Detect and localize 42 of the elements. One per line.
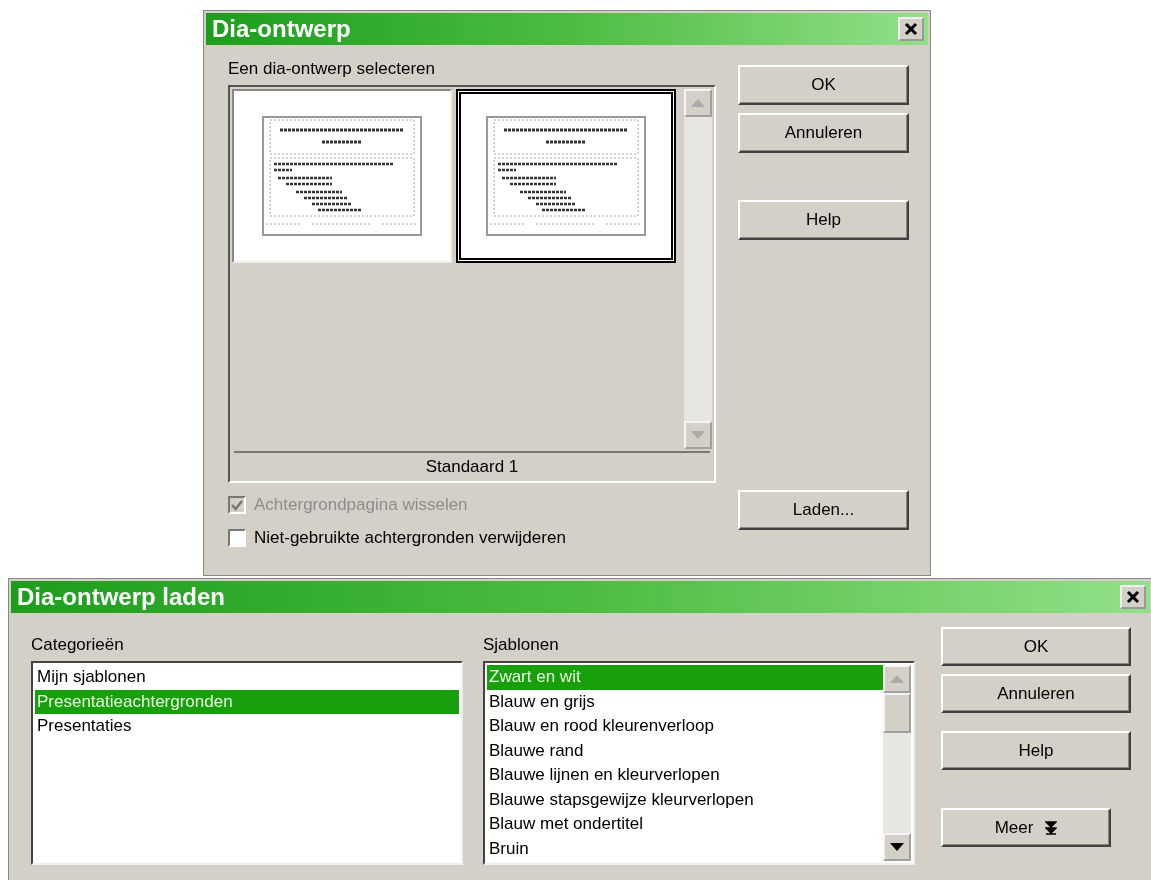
scrollbar[interactable] [684,89,712,449]
list-item[interactable]: Blauwe rand [487,738,883,763]
dialog-button[interactable]: OK [941,627,1131,666]
close-icon [904,22,918,36]
close-button[interactable] [898,17,924,41]
scrollbar-thumb[interactable] [883,693,911,733]
scrollbar[interactable] [883,665,911,861]
close-icon [1126,590,1140,604]
checkbox[interactable]: Niet-gebruikte achtergronden verwijderen [228,526,716,549]
down-arrow-icon [691,431,705,439]
list-label: Sjablonen [483,635,560,655]
slide-thumbnail[interactable] [232,89,452,263]
up-arrow-icon [890,675,904,683]
scroll-up-button[interactable] [883,665,911,693]
window-title: Dia-ontwerp [212,15,351,43]
section-label: Een dia-ontwerp selecteren [228,59,436,79]
design-name: Standaard 1 [234,451,710,481]
scroll-down-button[interactable] [883,833,911,861]
dialog-button[interactable]: Laden... [738,490,909,530]
scroll-up-button[interactable] [684,89,712,117]
list-item[interactable]: Blauw met ondertitel [487,812,883,837]
dialog-button[interactable]: Annuleren [738,113,909,153]
dialog-button[interactable]: OK [738,65,909,105]
window-title: Dia-ontwerp laden [17,583,226,611]
list-item[interactable]: Blauwe stapsgewijze kleurverlopen [487,787,883,812]
dialog-button[interactable]: Help [738,200,909,240]
checkbox-box[interactable] [228,528,246,547]
list-item[interactable]: Bruin [487,836,883,861]
slide-thumbnail[interactable] [456,89,676,263]
dialog-button[interactable]: Annuleren [941,674,1131,713]
down-arrow-icon [890,843,904,851]
double-down-icon [1045,820,1058,835]
up-arrow-icon [691,99,705,107]
list-item[interactable]: Presentaties [35,714,459,739]
list-item[interactable]: Blauw en grijs [487,689,883,714]
dialog-button[interactable]: Help [941,731,1131,770]
close-button[interactable] [1120,585,1146,609]
list-item[interactable]: Blauwe lijnen en kleurverlopen [487,763,883,788]
list-item[interactable]: Mijn sjablonen [35,665,459,690]
list-item[interactable]: Blauw en rood kleurenverloop [487,714,883,739]
dialog-button[interactable]: Meer [941,808,1111,847]
list-label: Categorieën [31,635,125,655]
